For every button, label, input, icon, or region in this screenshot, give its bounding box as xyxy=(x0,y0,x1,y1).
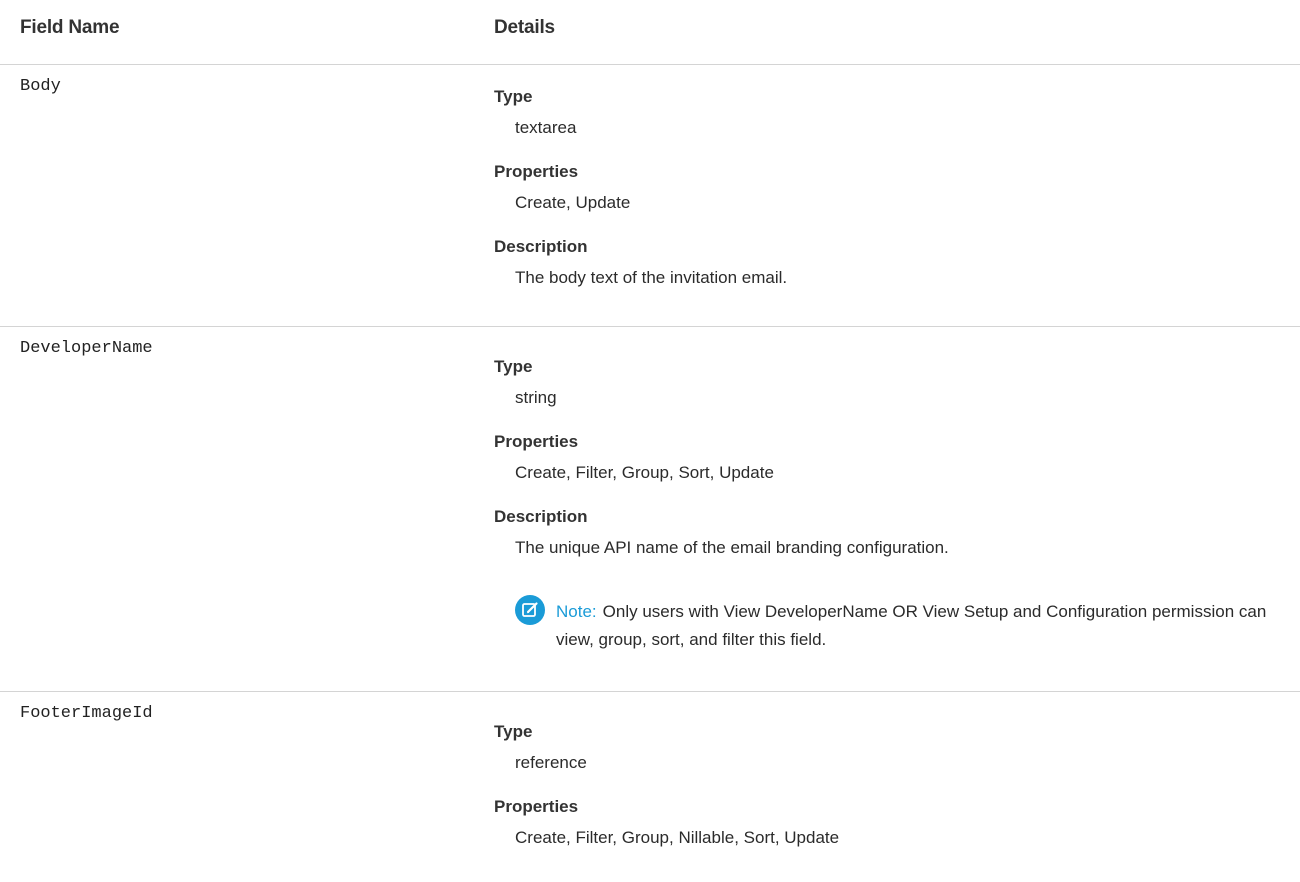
table-row: FooterImageId Type reference Properties … xyxy=(0,692,1300,882)
type-value: string xyxy=(515,388,557,407)
description-value: The unique API name of the email brandin… xyxy=(515,538,949,557)
type-property: Type textarea xyxy=(494,87,576,138)
note-text: Note: Only users with View DeveloperName … xyxy=(556,598,1276,654)
field-name: FooterImageId xyxy=(20,704,153,723)
type-value: textarea xyxy=(515,118,577,137)
properties-label: Properties xyxy=(494,162,579,181)
description-label: Description xyxy=(494,237,588,256)
table-row: DeveloperName Type string Properties Cre… xyxy=(0,327,1300,692)
type-label: Type xyxy=(494,722,533,741)
note-body: Only users with View DeveloperName OR Vi… xyxy=(556,602,1267,649)
note-edit-icon xyxy=(515,595,545,625)
properties-label: Properties xyxy=(494,797,579,816)
table-header: Field Name Details xyxy=(0,0,1300,65)
type-value: reference xyxy=(515,753,587,772)
description-label: Description xyxy=(494,507,588,526)
header-details: Details xyxy=(494,17,555,38)
properties-value: Create, Filter, Group, Nillable, Sort, U… xyxy=(515,828,840,847)
description-property: Description The body text of the invitat… xyxy=(494,237,787,288)
properties-value: Create, Filter, Group, Sort, Update xyxy=(515,463,774,482)
field-name: Body xyxy=(20,77,61,96)
description-value: The body text of the invitation email. xyxy=(515,268,788,287)
type-label: Type xyxy=(494,357,533,376)
type-property: Type string xyxy=(494,357,557,408)
properties-label: Properties xyxy=(494,432,579,451)
field-table: Field Name Details Body Type textarea Pr… xyxy=(0,0,1300,882)
type-label: Type xyxy=(494,87,533,106)
header-field-name: Field Name xyxy=(20,17,120,38)
properties-property: Properties Create, Filter, Group, Nillab… xyxy=(494,797,839,848)
note-label: Note: xyxy=(556,602,597,621)
properties-property: Properties Create, Filter, Group, Sort, … xyxy=(494,432,774,483)
type-property: Type reference xyxy=(494,722,587,773)
properties-value: Create, Update xyxy=(515,193,631,212)
properties-property: Properties Create, Update xyxy=(494,162,630,213)
description-property: Description The unique API name of the e… xyxy=(494,507,949,558)
field-name: DeveloperName xyxy=(20,339,153,358)
table-row: Body Type textarea Properties Create, Up… xyxy=(0,65,1300,327)
